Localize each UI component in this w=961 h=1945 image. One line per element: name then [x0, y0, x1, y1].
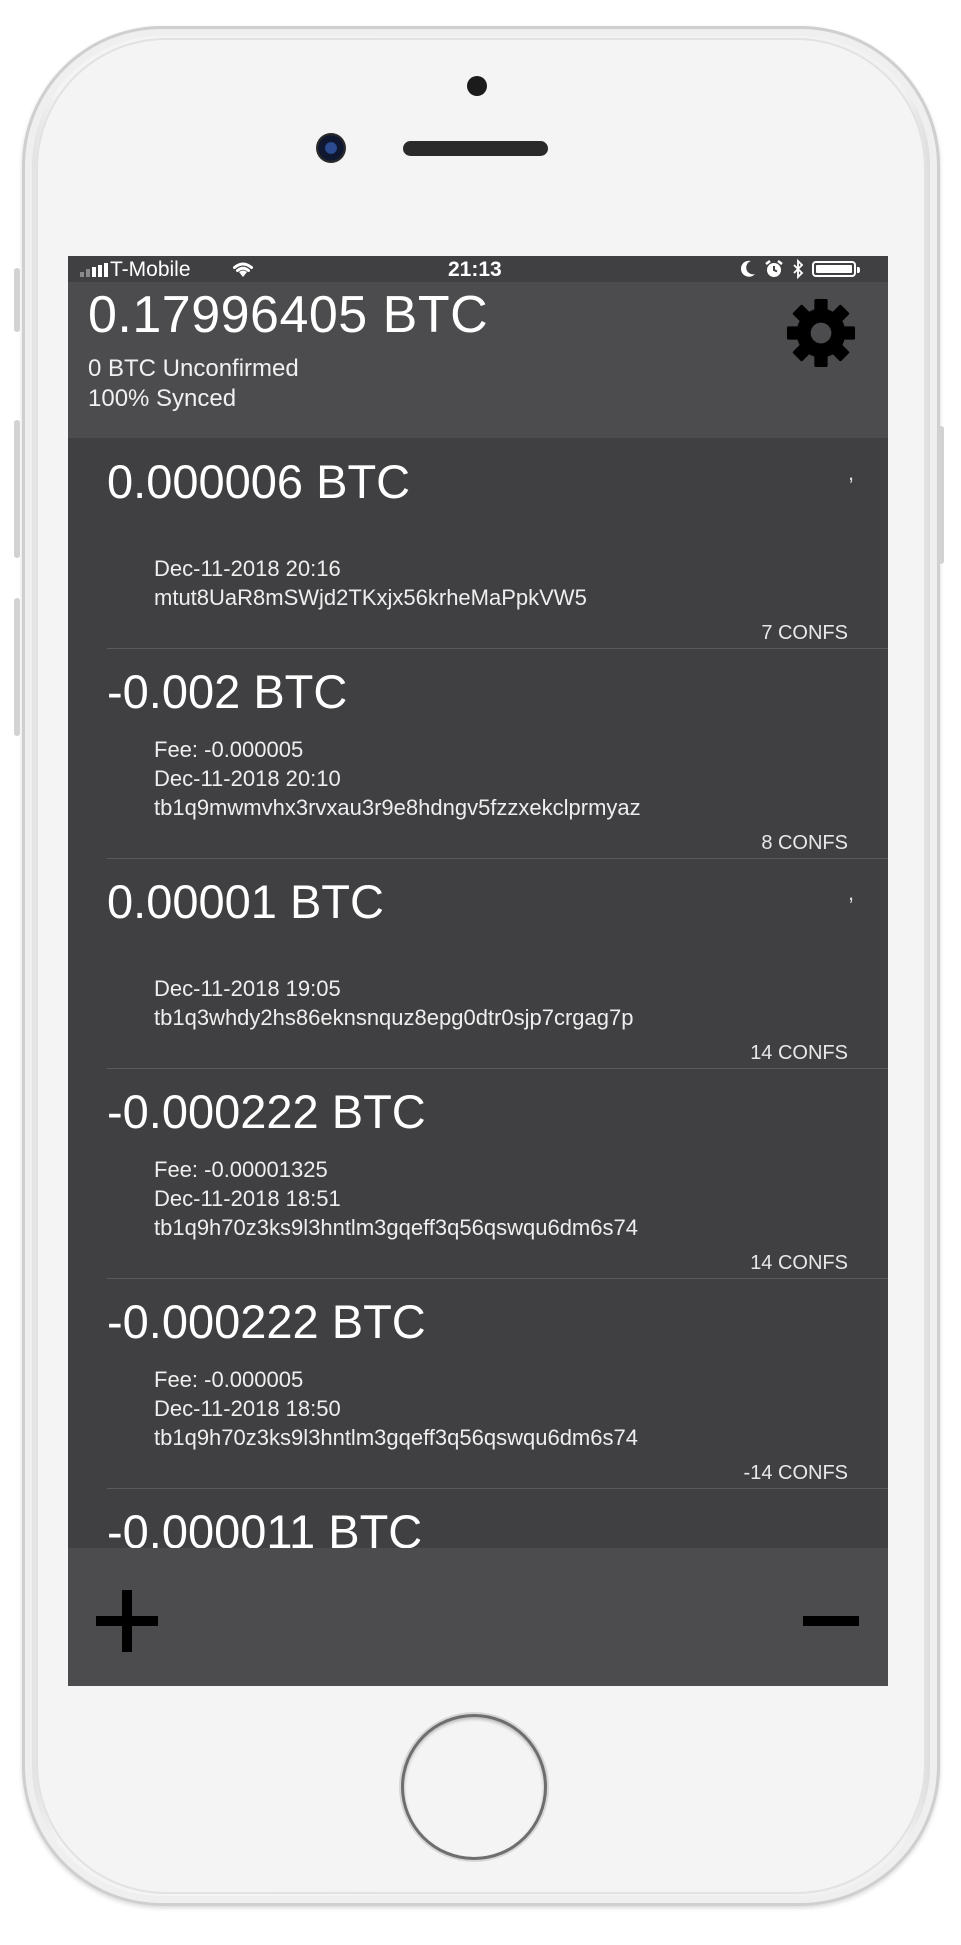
- plus-icon[interactable]: [96, 1590, 158, 1652]
- transaction-confirmations: 8 CONFS: [761, 832, 848, 854]
- volume-up-button: [14, 420, 20, 558]
- transaction-date: Dec-11-2018 20:16: [154, 556, 341, 581]
- transaction-fee: Fee: -0.00001325: [154, 1157, 328, 1182]
- signal-icon: [80, 263, 108, 277]
- transaction-amount: -0.000222 BTC: [107, 1085, 426, 1138]
- balance-label: 0.17996405 BTC: [88, 286, 489, 344]
- moon-icon: [740, 260, 755, 277]
- minus-icon[interactable]: [803, 1606, 859, 1636]
- transaction-address: tb1q3whdy2hs86eknsnquz8epg0dtr0sjp7crgag…: [154, 1005, 634, 1030]
- transaction-date: Dec-11-2018 18:50: [154, 1396, 341, 1421]
- alarm-icon: [765, 260, 783, 277]
- transaction-confirmations: -14 CONFS: [743, 1462, 848, 1484]
- transaction-row[interactable]: 0.00001 BTC , Dec-11-2018 19:05 tb1q3whd…: [68, 858, 888, 1069]
- home-button[interactable]: [404, 1717, 544, 1857]
- transaction-row[interactable]: 0.000006 BTC , Dec-11-2018 20:16 mtut8Ua…: [68, 438, 888, 649]
- transaction-confirmations: 7 CONFS: [761, 622, 848, 644]
- transaction-confirmations: 14 CONFS: [750, 1042, 848, 1064]
- transaction-amount: 0.00001 BTC: [107, 875, 384, 928]
- carrier-label: T-Mobile: [110, 258, 191, 281]
- transaction-fee: Fee: -0.000005: [154, 1367, 304, 1392]
- volume-down-button: [14, 598, 20, 736]
- power-button: [938, 426, 944, 564]
- proximity-sensor: [467, 76, 487, 96]
- gear-icon[interactable]: [784, 296, 858, 370]
- wifi-icon: [233, 262, 253, 277]
- transaction-amount: 0.000006 BTC: [107, 455, 411, 508]
- transaction-address: tb1q9mwmvhx3rvxau3r9e8hdngv5fzzxekclprmy…: [154, 795, 641, 820]
- status-time: 21:13: [448, 258, 502, 281]
- transaction-mark: ,: [848, 880, 855, 905]
- front-camera: [316, 133, 346, 163]
- app-screen: T-Mobile 21:13 0.17996405 BTC 0 BTC Unco…: [68, 256, 888, 1686]
- transaction-row[interactable]: -0.000222 BTC Fee: -0.00001325 Dec-11-20…: [68, 1068, 888, 1279]
- transaction-amount: -0.002 BTC: [107, 665, 348, 718]
- transaction-fee: Fee: -0.000005: [154, 737, 304, 762]
- transaction-list[interactable]: 0.000006 BTC , Dec-11-2018 20:16 mtut8Ua…: [68, 438, 888, 1548]
- transaction-amount: -0.000011 BTC: [107, 1505, 423, 1548]
- earpiece-speaker: [403, 141, 548, 156]
- transaction-address: mtut8UaR8mSWjd2TKxjx56krheMaPpkVW5: [154, 585, 587, 610]
- transaction-row[interactable]: -0.002 BTC Fee: -0.000005 Dec-11-2018 20…: [68, 648, 888, 859]
- transaction-amount: -0.000222 BTC: [107, 1295, 426, 1348]
- status-icons: [740, 259, 860, 279]
- transaction-row[interactable]: -0.000222 BTC Fee: -0.000005 Dec-11-2018…: [68, 1278, 888, 1489]
- battery-icon: [812, 261, 860, 277]
- sync-status-label: 100% Synced: [88, 385, 237, 412]
- status-bar: T-Mobile 21:13: [68, 256, 888, 282]
- transaction-address: tb1q9h70z3ks9l3hntlm3gqeff3q56qswqu6dm6s…: [154, 1425, 638, 1450]
- transaction-date: Dec-11-2018 20:10: [154, 766, 341, 791]
- transaction-row[interactable]: -0.000011 BTC: [68, 1488, 888, 1548]
- transaction-date: Dec-11-2018 18:51: [154, 1186, 341, 1211]
- transaction-address: tb1q9h70z3ks9l3hntlm3gqeff3q56qswqu6dm6s…: [154, 1215, 638, 1240]
- bluetooth-icon: [793, 259, 804, 279]
- transaction-mark: ,: [848, 460, 855, 485]
- transaction-date: Dec-11-2018 19:05: [154, 976, 341, 1001]
- wallet-header: 0.17996405 BTC 0 BTC Unconfirmed 100% Sy…: [68, 282, 888, 438]
- silent-switch: [14, 268, 20, 332]
- bottom-toolbar: [68, 1548, 888, 1686]
- transaction-confirmations: 14 CONFS: [750, 1252, 848, 1274]
- unconfirmed-label: 0 BTC Unconfirmed: [88, 355, 299, 382]
